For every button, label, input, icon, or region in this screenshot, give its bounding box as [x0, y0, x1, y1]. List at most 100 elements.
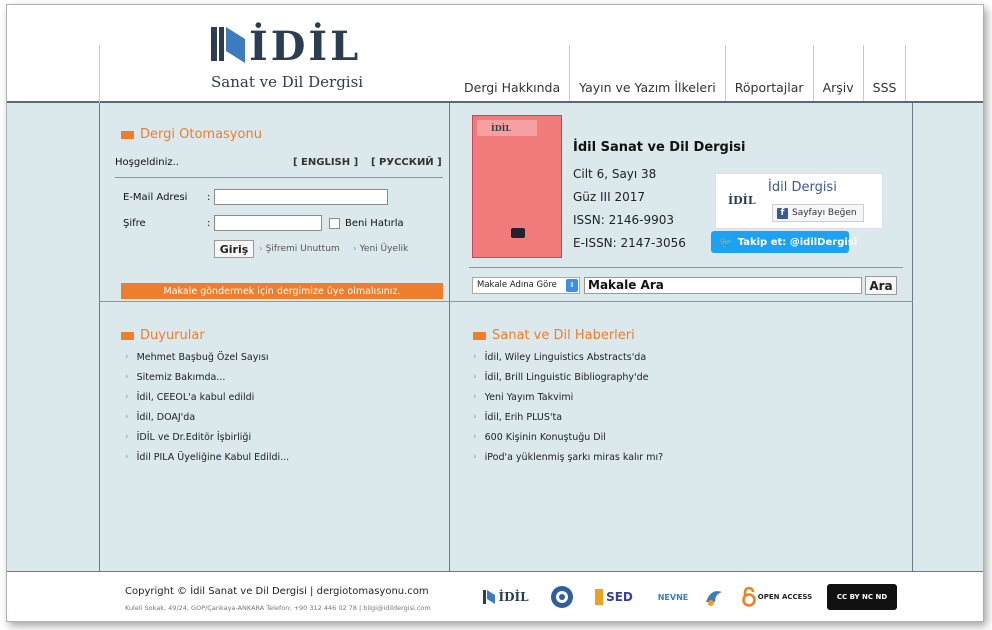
chevron-right-icon: ›	[125, 392, 129, 402]
left-column-line	[99, 103, 100, 571]
list-item[interactable]: › İDİL ve Dr.Editör İşbirliği	[125, 427, 289, 447]
journal-season: Güz III 2017	[573, 190, 645, 204]
remember-checkbox[interactable]	[329, 218, 340, 229]
partner-idil-text: İDİL	[498, 590, 529, 604]
facebook-icon: f	[777, 207, 788, 219]
partner-logo-sed[interactable]: SED	[591, 582, 637, 612]
copyright-text: Copyright © İdil Sanat ve Dil Dergisi | …	[125, 586, 429, 597]
chevron-right-icon: ›	[125, 412, 129, 422]
register-link[interactable]: › Yeni Üyelik	[353, 244, 408, 254]
logo-wordmark: İDİL	[249, 23, 362, 70]
list-item[interactable]: › iPod'a yüklenmiş şarkı miras kalır mı?	[473, 447, 663, 467]
partner-logo-open-access[interactable]: OPEN ACCESS	[739, 582, 815, 612]
partner-logo-idil[interactable]: İDİL	[477, 582, 535, 612]
cover-emblem	[511, 228, 525, 238]
login-panel-title: Dergi Otomasyonu	[121, 127, 262, 142]
chevron-right-icon: ›	[353, 244, 357, 254]
sed-book-icon	[595, 589, 604, 605]
list-item[interactable]: › İdil PILA Üyeliğine Kabul Edildi...	[125, 447, 289, 467]
announcements-title-text: Duyurular	[140, 328, 205, 343]
list-item[interactable]: › İdil, Wiley Linguistics Abstracts'da	[473, 347, 663, 367]
nav-item-interviews[interactable]: Röportajlar	[724, 45, 813, 101]
header: İDİL Sanat ve Dil Dergisi Dergi Hakkında…	[7, 5, 983, 103]
forgot-password-link[interactable]: › Şifremi Unuttum	[259, 244, 340, 254]
list-item[interactable]: › Mehmet Başbuğ Özel Sayısı	[125, 347, 289, 367]
nav-item-guidelines[interactable]: Yayın ve Yazım İlkeleri	[569, 45, 725, 101]
remember-label: Beni Hatırla	[345, 218, 404, 229]
article-search-input[interactable]: Makale Ara	[584, 277, 862, 294]
bullet-icon	[121, 331, 134, 340]
list-item[interactable]: › Sitemiz Bakımda...	[125, 367, 289, 387]
journal-title: İdil Sanat ve Dil Dergisi	[573, 140, 746, 155]
twitter-bird-icon: 🐦	[719, 235, 733, 249]
password-field[interactable]	[214, 215, 322, 231]
search-button[interactable]: Ara	[865, 276, 897, 295]
list-item[interactable]: › İdil, CEEOL'a kabul edildi	[125, 387, 289, 407]
chevron-right-icon: ›	[125, 452, 129, 462]
select-arrows-icon: ⇕	[566, 279, 578, 292]
news-title: Sanat ve Dil Haberleri	[473, 328, 635, 343]
chevron-right-icon: ›	[473, 372, 477, 382]
list-item[interactable]: › 600 Kişinin Konuştuğu Dil	[473, 427, 663, 447]
journal-volume: Cilt 6, Sayı 38	[573, 167, 657, 181]
list-item-text: Sitemiz Bakımda...	[136, 371, 226, 383]
chevron-right-icon: ›	[259, 244, 263, 254]
facebook-like-text: Sayfayı Beğen	[792, 208, 857, 218]
list-item-text: İdil, CEEOL'a kabul edildi	[136, 391, 255, 403]
nav-item-faq[interactable]: SSS	[862, 45, 907, 101]
facebook-page-name[interactable]: İdil Dergisi	[768, 180, 837, 195]
chevron-right-icon: ›	[473, 412, 477, 422]
password-colon: :	[207, 218, 211, 229]
twitter-follow-text: Takip et: @idilDergisi	[737, 236, 858, 248]
partner-open-access-text: OPEN ACCESS	[757, 593, 813, 601]
list-item[interactable]: › İdil, DOAJ'da	[125, 407, 289, 427]
nav-item-archive[interactable]: Arşiv	[812, 45, 863, 101]
footer: Copyright © İdil Sanat ve Dil Dergisi | …	[7, 571, 983, 621]
announcements-list: › Mehmet Başbuğ Özel Sayısı › Sitemiz Bakı…	[125, 347, 289, 467]
right-column-line	[912, 103, 913, 571]
logo-subtitle: Sanat ve Dil Dergisi	[211, 73, 364, 91]
partner-logo-seal[interactable]	[547, 582, 577, 612]
journal-cover-image[interactable]: İDİL	[472, 115, 562, 258]
list-item[interactable]: › İdil, Erih PLUS'ta	[473, 407, 663, 427]
address-text: Kuleli Sokak, 49/24, GOP/Çankaya-ANKARA …	[125, 604, 431, 612]
login-title-text: Dergi Otomasyonu	[140, 127, 262, 142]
news-list: › İdil, Wiley Linguistics Abstracts'da › İ…	[473, 347, 663, 467]
center-column-line	[449, 103, 450, 571]
list-item[interactable]: › Yeni Yayım Takvimi	[473, 387, 663, 407]
register-text: Yeni Üyelik	[359, 244, 409, 254]
journal-issn: ISSN: 2146-9903	[573, 213, 675, 227]
chevron-right-icon: ›	[473, 432, 477, 442]
partner-logo-nevne[interactable]: NEVNE	[651, 582, 695, 612]
chevron-right-icon: ›	[473, 352, 477, 362]
welcome-row: Hoşgeldiniz.. [ ENGLISH ] [ РУССКИЙ ]	[115, 157, 445, 168]
facebook-widget: İDİL İdil Dergisi f Sayfayı Beğen	[715, 173, 883, 229]
list-item-text: İdil, Brill Linguistic Bibliography'de	[484, 371, 649, 383]
book-icon	[483, 590, 496, 604]
facebook-page-logo[interactable]: İDİL	[722, 182, 768, 220]
site-logo[interactable]: İDİL Sanat ve Dil Dergisi	[197, 21, 397, 101]
book-icon	[211, 27, 245, 63]
journal-eissn: E-ISSN: 2147-3056	[573, 236, 686, 250]
russian-link[interactable]: [ РУССКИЙ ]	[371, 157, 442, 168]
search-rule	[469, 267, 903, 268]
email-field[interactable]	[214, 189, 388, 205]
list-item-text: İDİL ve Dr.Editör İşbirliği	[136, 431, 252, 443]
member-notice-banner[interactable]: Makale göndermek için dergimize üye olma…	[121, 283, 443, 299]
chevron-right-icon: ›	[125, 432, 129, 442]
facebook-like-button[interactable]: f Sayfayı Beğen	[772, 204, 864, 222]
partner-logo-dolphin[interactable]	[701, 582, 727, 612]
login-button[interactable]: Giriş	[214, 240, 254, 258]
english-link[interactable]: [ ENGLISH ]	[293, 157, 358, 168]
search-type-select[interactable]: Makale Adına Göre ⇕	[472, 277, 580, 294]
nav-item-about[interactable]: Dergi Hakkında	[455, 45, 569, 101]
main-nav: Dergi Hakkında Yayın ve Yazım İlkeleri R…	[455, 45, 907, 101]
twitter-follow-button[interactable]: 🐦 Takip et: @idilDergisi	[711, 231, 857, 253]
partner-logo-cc[interactable]: CC BY NC ND	[827, 584, 897, 610]
chevron-right-icon: ›	[125, 372, 129, 382]
search-type-value: Makale Adına Göre	[477, 280, 557, 290]
header-divider	[7, 101, 983, 103]
list-item[interactable]: › İdil, Brill Linguistic Bibliography'de	[473, 367, 663, 387]
bullet-icon	[473, 331, 486, 340]
bullet-icon	[121, 130, 134, 139]
